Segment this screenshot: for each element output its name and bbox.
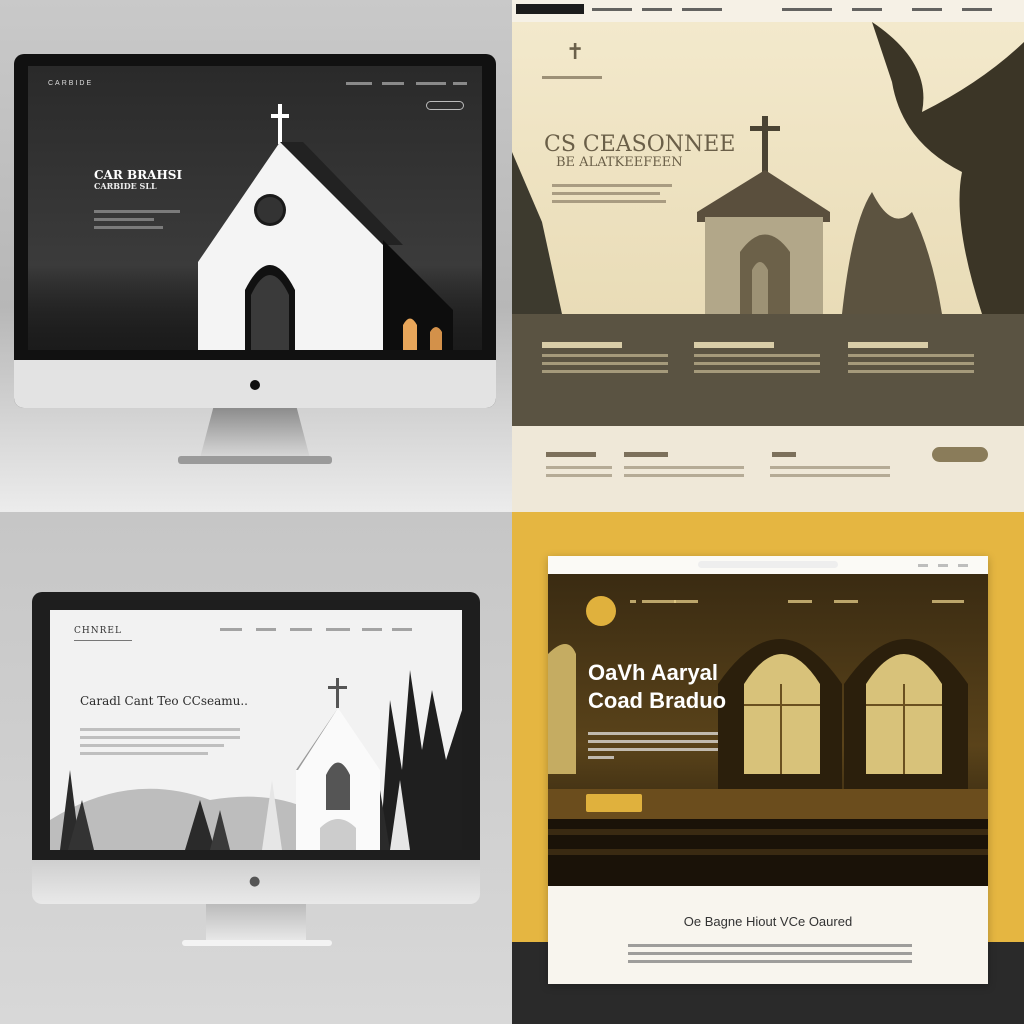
hero-section: OaVh Aaryal Coad Braduo [548, 574, 988, 886]
nav-link-3[interactable] [682, 8, 722, 11]
feature-text-2 [694, 354, 820, 378]
church-logo-icon[interactable] [586, 596, 616, 626]
browser-page: OaVh Aaryal Coad Braduo Oe Bagne Hiout V… [548, 556, 988, 984]
hero-title: OaVh Aaryal [588, 660, 719, 685]
monitor-base [178, 456, 332, 464]
nav-link-2[interactable] [642, 600, 676, 603]
hero-image [50, 670, 462, 850]
nav-link-1[interactable] [220, 628, 242, 631]
mockup-light-monitor: ● CHNREL Caradl Cant Teo CCseamu.. [0, 512, 512, 1024]
monitor-stand [200, 408, 310, 458]
feature-title-1 [542, 342, 622, 348]
nav-link-3[interactable] [290, 628, 312, 631]
nav-link-5[interactable] [852, 8, 882, 11]
browser-icon-1[interactable] [918, 564, 928, 567]
site-logo[interactable] [516, 4, 584, 14]
church-illustration [198, 104, 453, 350]
footer-text-2 [624, 466, 744, 482]
browser-icon-3[interactable] [958, 564, 968, 567]
browser-icon-2[interactable] [938, 564, 948, 567]
nav-link-6[interactable] [932, 600, 964, 603]
feature-text-1 [542, 354, 668, 378]
hero-subtitle: CARBIDE SLL [94, 181, 157, 191]
nav-link-6[interactable] [392, 628, 412, 631]
feature-text-3 [848, 354, 974, 378]
section-text-block [628, 944, 912, 968]
nav-link-4[interactable] [788, 600, 812, 603]
nav-link-5[interactable] [834, 600, 858, 603]
nav-link-7[interactable] [962, 8, 992, 11]
site-logo[interactable]: CARBIDE [48, 80, 93, 87]
hero-title: CAR BRAHSI [94, 168, 183, 182]
feature-title-3 [848, 342, 928, 348]
website-screen: CARBIDE CAR BRAHSI CARBIDE SLL [28, 66, 482, 350]
cathedral-interior-image [548, 639, 988, 886]
top-nav [512, 0, 1024, 22]
nav-link-5[interactable] [362, 628, 382, 631]
mockup-sepia-website: ✝ CS CEASONNEE BE ALATKEEFEEN [512, 0, 1024, 512]
apple-logo-icon: ● [249, 874, 261, 889]
section-title: Oe Bagne Hiout VCe Oaured [683, 914, 853, 929]
nav-link-4[interactable] [782, 8, 832, 11]
feature-title-2 [694, 342, 774, 348]
footer-text-1 [546, 466, 612, 482]
footer-button[interactable] [932, 447, 988, 462]
nav-link-1[interactable] [346, 82, 372, 85]
mockup-golden-website: OaVh Aaryal Coad Braduo Oe Bagne Hiout V… [512, 512, 1024, 1024]
nav-link-6[interactable] [912, 8, 942, 11]
footer-title-2 [624, 452, 668, 457]
hero-text-block [588, 732, 718, 764]
footer-text-3 [770, 466, 890, 482]
nav-link-3[interactable] [416, 82, 446, 85]
nav-link-1[interactable] [592, 8, 632, 11]
hero-text-block [94, 210, 180, 234]
nav-link-2[interactable] [642, 8, 672, 11]
site-logo[interactable]: CHNREL [74, 626, 122, 636]
footer-title-3 [772, 452, 796, 457]
hero-cta-button[interactable] [586, 794, 642, 812]
nav-link-4[interactable] [453, 82, 467, 85]
mockup-dark-monitor: CARBIDE CAR BRAHSI CARBIDE SLL [0, 0, 512, 512]
logo-underline [74, 640, 132, 641]
camera-dot [250, 380, 260, 390]
website-screen: CHNREL Caradl Cant Teo CCseamu.. [50, 610, 462, 850]
hero-image [512, 22, 1024, 314]
features-band [512, 314, 1024, 426]
nav-link-2[interactable] [256, 628, 276, 631]
nav-link-2[interactable] [382, 82, 404, 85]
monitor-base [182, 940, 332, 946]
nav-link-1[interactable] [630, 600, 636, 603]
address-bar[interactable] [698, 561, 838, 568]
nav-link-4[interactable] [326, 628, 350, 631]
footer-title-1 [546, 452, 596, 457]
nav-link-3[interactable] [674, 600, 698, 603]
hero-subtitle: Coad Braduo [588, 688, 727, 713]
